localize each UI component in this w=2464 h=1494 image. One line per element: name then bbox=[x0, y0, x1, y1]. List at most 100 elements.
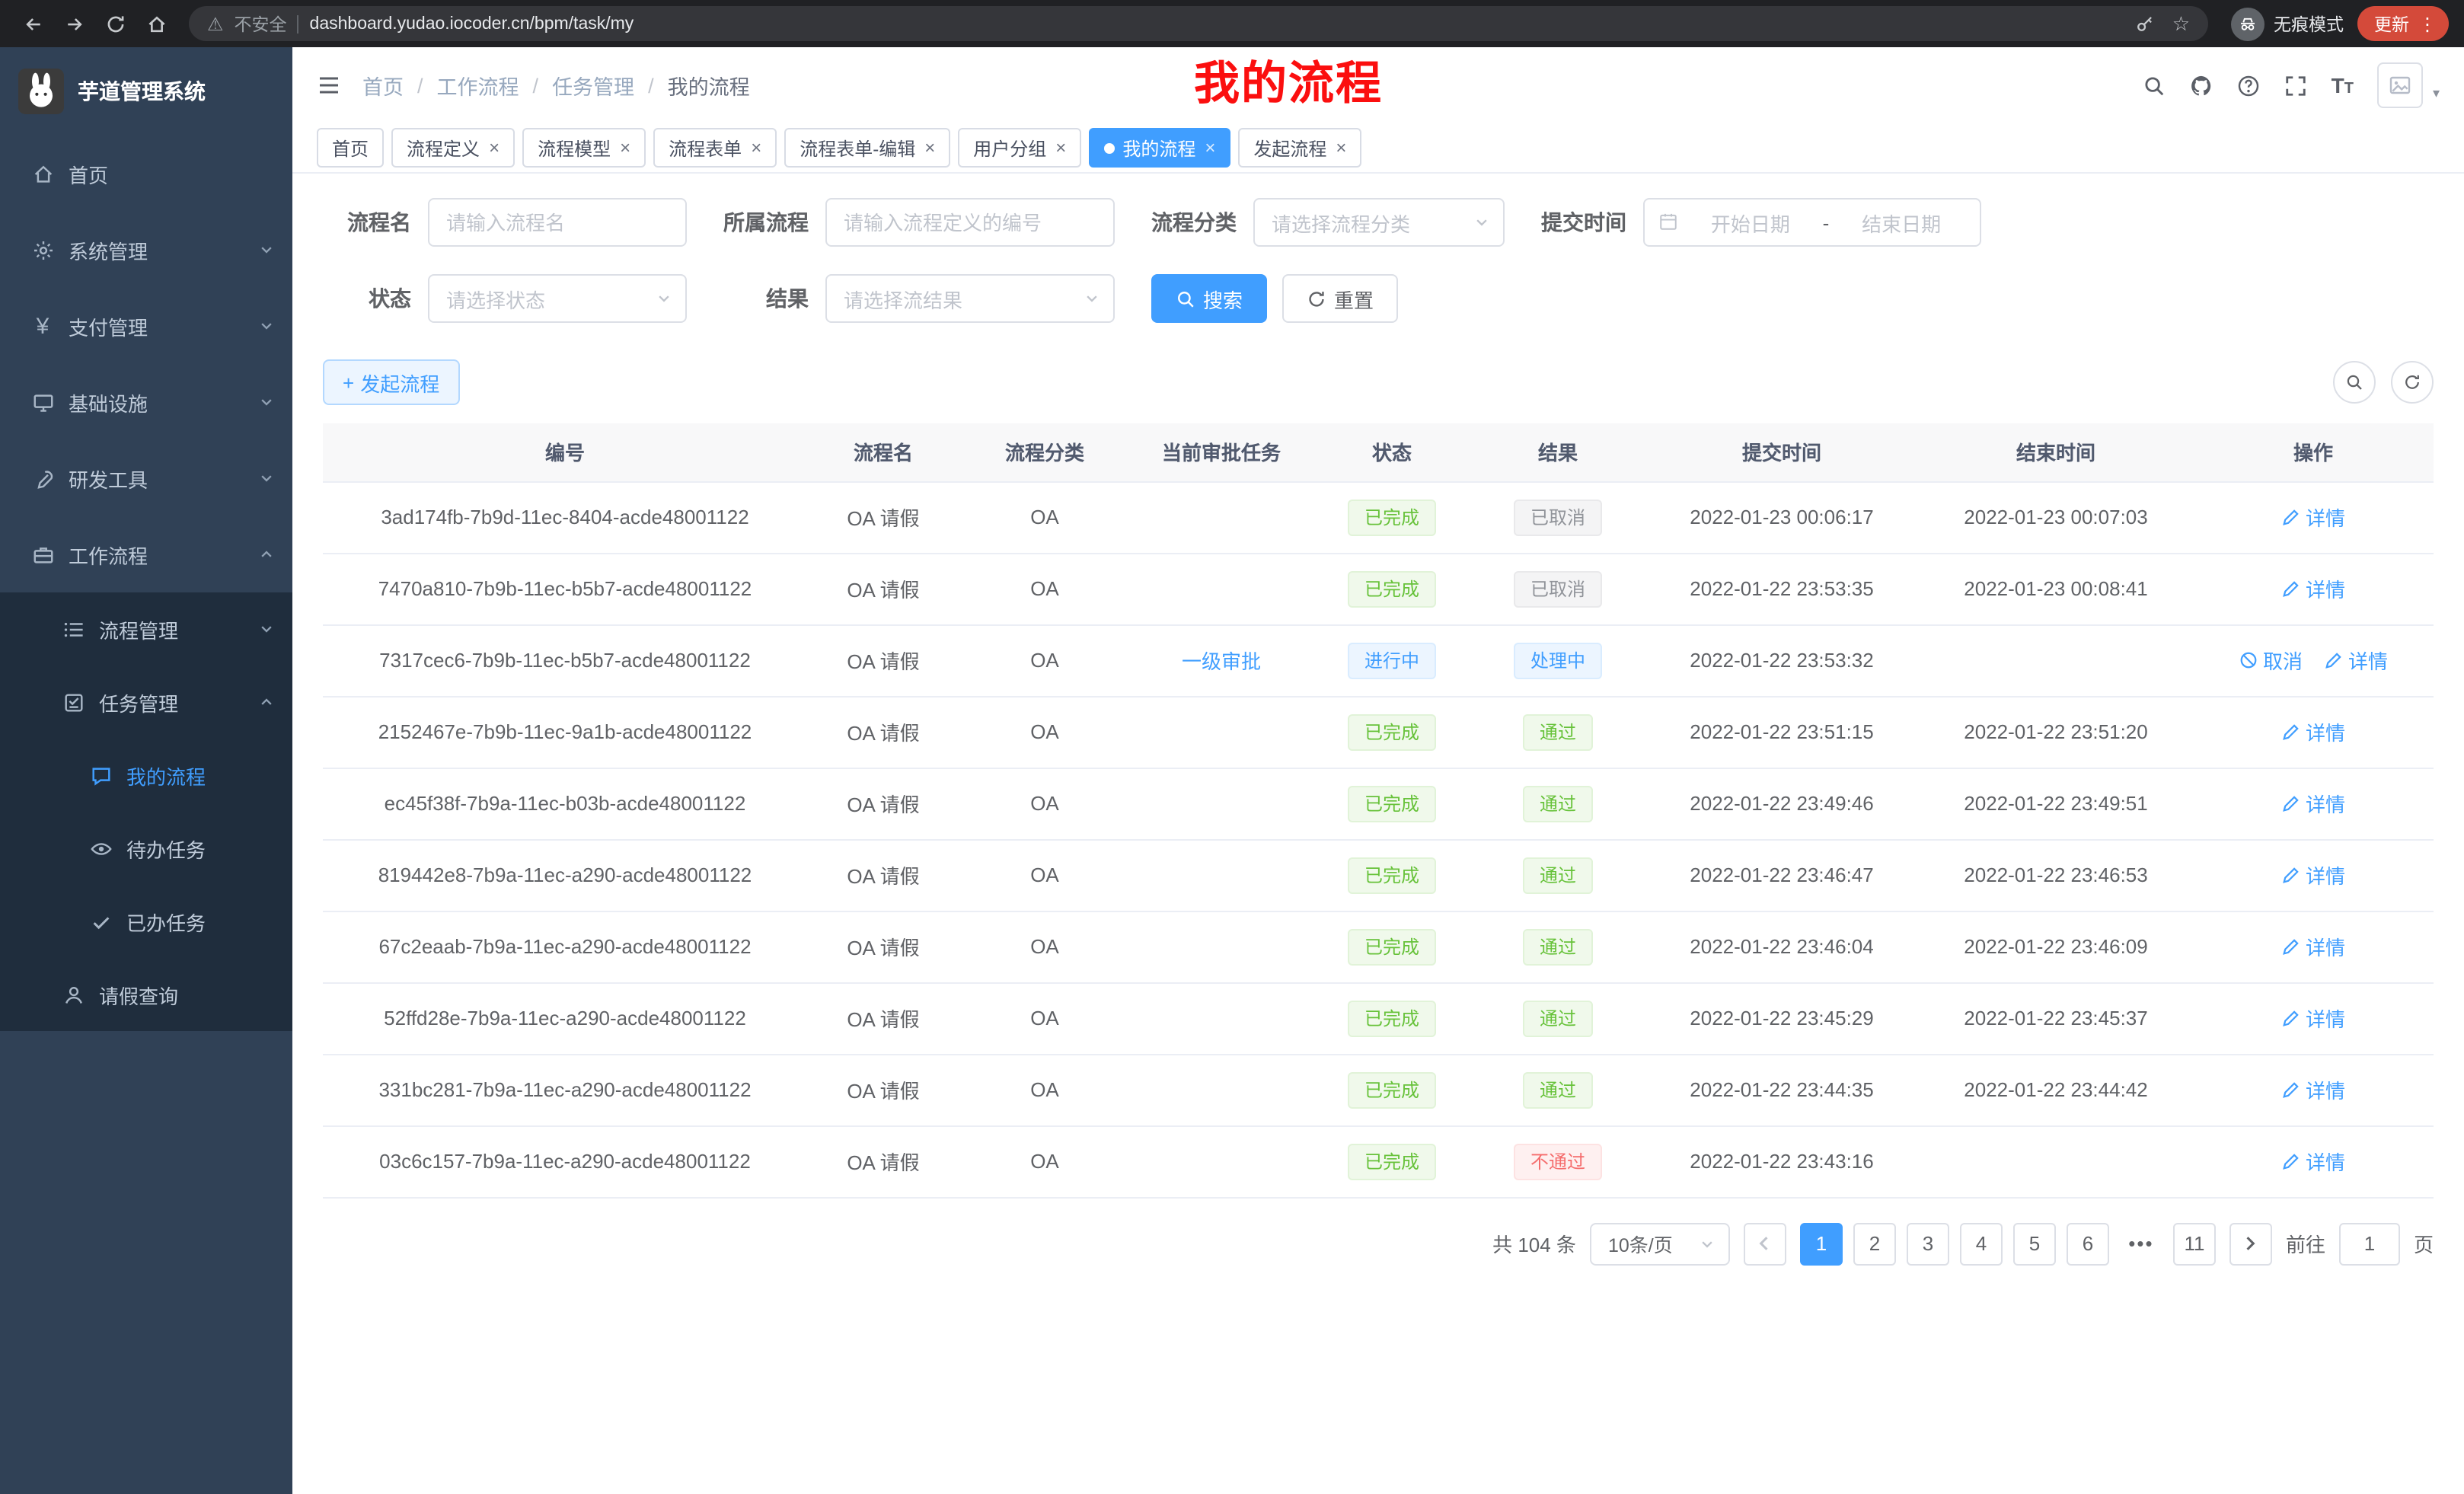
table-search-toggle-icon[interactable] bbox=[2333, 361, 2376, 404]
date-range-picker[interactable]: 开始日期 - 结束日期 bbox=[1643, 198, 1981, 247]
cell-result: 通过 bbox=[1471, 1054, 1645, 1125]
search-button[interactable]: 搜索 bbox=[1151, 274, 1267, 323]
sidebar-collapse-icon[interactable] bbox=[317, 73, 341, 97]
breadcrumb-item[interactable]: 首页 bbox=[362, 70, 404, 101]
detail-link[interactable]: 详情 bbox=[2281, 574, 2345, 603]
tab-close-icon[interactable]: × bbox=[751, 137, 761, 158]
url-text[interactable]: dashboard.yudao.iocoder.cn/bpm/task/my bbox=[310, 14, 634, 33]
page-button-3[interactable]: 3 bbox=[1907, 1222, 1949, 1265]
update-button[interactable]: 更新 ⋮ bbox=[2357, 6, 2449, 41]
tab-user-group[interactable]: 用户分组× bbox=[958, 128, 1081, 168]
result-select[interactable]: 请选择流结果 bbox=[825, 274, 1115, 323]
goto-page-input[interactable] bbox=[2339, 1222, 2400, 1265]
page-button-4[interactable]: 4 bbox=[1960, 1222, 2003, 1265]
browser-reload-icon[interactable] bbox=[97, 5, 134, 42]
fullscreen-icon[interactable] bbox=[2284, 74, 2307, 97]
tab-close-icon[interactable]: × bbox=[1205, 137, 1215, 158]
sidebar-item-process-mgmt[interactable]: 流程管理 bbox=[0, 592, 292, 666]
browser-home-icon[interactable] bbox=[139, 5, 175, 42]
cell-status: 已完成 bbox=[1313, 481, 1471, 553]
detail-link[interactable]: 详情 bbox=[2281, 1147, 2345, 1176]
sidebar-item-leave-query[interactable]: 请假查询 bbox=[0, 958, 292, 1031]
tab-close-icon[interactable]: × bbox=[1055, 137, 1066, 158]
prev-page-button[interactable] bbox=[1744, 1222, 1786, 1265]
sidebar-item-system[interactable]: 系统管理 bbox=[0, 212, 292, 288]
current-task-link[interactable]: 一级审批 bbox=[1182, 650, 1261, 673]
status-select[interactable]: 请选择状态 bbox=[428, 274, 687, 323]
sidebar-item-workflow[interactable]: 工作流程 bbox=[0, 516, 292, 592]
breadcrumb-separator: / bbox=[533, 74, 539, 97]
cell-category: OA bbox=[959, 624, 1130, 696]
password-key-icon[interactable] bbox=[2136, 12, 2156, 35]
next-page-button[interactable] bbox=[2229, 1222, 2272, 1265]
breadcrumb-item[interactable]: 工作流程 bbox=[437, 70, 519, 101]
page-button-2[interactable]: 2 bbox=[1853, 1222, 1896, 1265]
page-size-select[interactable]: 10条/页 bbox=[1590, 1222, 1730, 1265]
browser-forward-icon[interactable] bbox=[56, 5, 93, 42]
breadcrumb-item[interactable]: 我的流程 bbox=[668, 70, 750, 101]
detail-link[interactable]: 详情 bbox=[2281, 1004, 2345, 1033]
table-row: 7470a810-7b9b-11ec-b5b7-acde48001122OA 请… bbox=[323, 553, 2434, 624]
page-button-1[interactable]: 1 bbox=[1800, 1222, 1843, 1265]
process-def-input[interactable] bbox=[825, 198, 1115, 247]
detail-link[interactable]: 详情 bbox=[2281, 789, 2345, 818]
bookmark-star-icon[interactable]: ☆ bbox=[2172, 11, 2190, 36]
cell-current-task bbox=[1130, 768, 1313, 839]
sidebar-item-task-mgmt[interactable]: 任务管理 bbox=[0, 666, 292, 739]
process-name-input[interactable] bbox=[428, 198, 687, 247]
tab-close-icon[interactable]: × bbox=[924, 137, 935, 158]
search-icon[interactable] bbox=[2143, 74, 2166, 97]
chevron-down-icon bbox=[259, 471, 274, 486]
tab-my-process[interactable]: 我的流程× bbox=[1089, 128, 1230, 168]
sidebar-item-home[interactable]: 首页 bbox=[0, 136, 292, 212]
tab-process-definition[interactable]: 流程定义 × bbox=[391, 128, 515, 168]
tab-launch-process[interactable]: 发起流程× bbox=[1238, 128, 1361, 168]
detail-link[interactable]: 详情 bbox=[2281, 1075, 2345, 1104]
help-icon[interactable] bbox=[2237, 74, 2260, 97]
tab-process-model[interactable]: 流程模型× bbox=[522, 128, 646, 168]
category-select[interactable]: 请选择流程分类 bbox=[1253, 198, 1505, 247]
font-size-icon[interactable]: TT bbox=[2332, 73, 2354, 97]
tab-process-form[interactable]: 流程表单× bbox=[653, 128, 777, 168]
cell-status: 已完成 bbox=[1313, 839, 1471, 911]
sidebar-item-payment[interactable]: ¥ 支付管理 bbox=[0, 288, 292, 364]
page-button-5[interactable]: 5 bbox=[2013, 1222, 2056, 1265]
tab-label: 流程定义 bbox=[407, 135, 480, 161]
reset-button[interactable]: 重置 bbox=[1282, 274, 1398, 323]
browser-back-icon[interactable] bbox=[15, 5, 52, 42]
detail-link[interactable]: 详情 bbox=[2281, 717, 2345, 746]
breadcrumb-item[interactable]: 任务管理 bbox=[552, 70, 634, 101]
sidebar-item-my-process[interactable]: 我的流程 bbox=[0, 739, 292, 812]
security-warning-label[interactable]: 不安全 bbox=[235, 11, 287, 36]
browser-menu-icon[interactable]: ⋮ bbox=[2418, 13, 2437, 34]
detail-link[interactable]: 详情 bbox=[2281, 860, 2345, 889]
avatar[interactable] bbox=[2378, 62, 2424, 108]
detail-link[interactable]: 详情 bbox=[2281, 503, 2345, 532]
tab-home[interactable]: 首页 bbox=[317, 128, 384, 168]
sidebar-item-devtools[interactable]: 研发工具 bbox=[0, 440, 292, 516]
status-placeholder: 请选择状态 bbox=[446, 284, 545, 313]
sidebar-item-infra[interactable]: 基础设施 bbox=[0, 364, 292, 440]
cell-process-name: OA 请假 bbox=[807, 768, 959, 839]
table-refresh-icon[interactable] bbox=[2391, 361, 2434, 404]
address-bar[interactable]: ⚠ 不安全 dashboard.yudao.iocoder.cn/bpm/tas… bbox=[189, 6, 2208, 41]
page-button-11[interactable]: 11 bbox=[2173, 1222, 2216, 1265]
tab-close-icon[interactable]: × bbox=[620, 137, 630, 158]
cancel-link[interactable]: 取消 bbox=[2239, 646, 2303, 675]
avatar-caret-icon[interactable]: ▾ bbox=[2433, 85, 2440, 102]
tab-close-icon[interactable]: × bbox=[489, 137, 500, 158]
launch-process-button[interactable]: + 发起流程 bbox=[323, 359, 459, 405]
pagination: 共 104 条 10条/页 123456•••11 前往 页 bbox=[292, 1198, 2464, 1289]
detail-link[interactable]: 详情 bbox=[2324, 646, 2388, 675]
page-button-6[interactable]: 6 bbox=[2067, 1222, 2109, 1265]
breadcrumb: 首页/工作流程/任务管理/我的流程 bbox=[362, 70, 750, 101]
tab-close-icon[interactable]: × bbox=[1336, 137, 1346, 158]
sidebar-item-todo-task[interactable]: 待办任务 bbox=[0, 812, 292, 885]
github-icon[interactable] bbox=[2190, 74, 2213, 97]
detail-link[interactable]: 详情 bbox=[2281, 932, 2345, 961]
cell-result: 通过 bbox=[1471, 911, 1645, 982]
refresh-icon bbox=[1307, 289, 1326, 308]
tab-process-form-edit[interactable]: 流程表单-编辑× bbox=[784, 128, 950, 168]
page-ellipsis[interactable]: ••• bbox=[2120, 1222, 2162, 1265]
sidebar-item-done-task[interactable]: 已办任务 bbox=[0, 885, 292, 958]
